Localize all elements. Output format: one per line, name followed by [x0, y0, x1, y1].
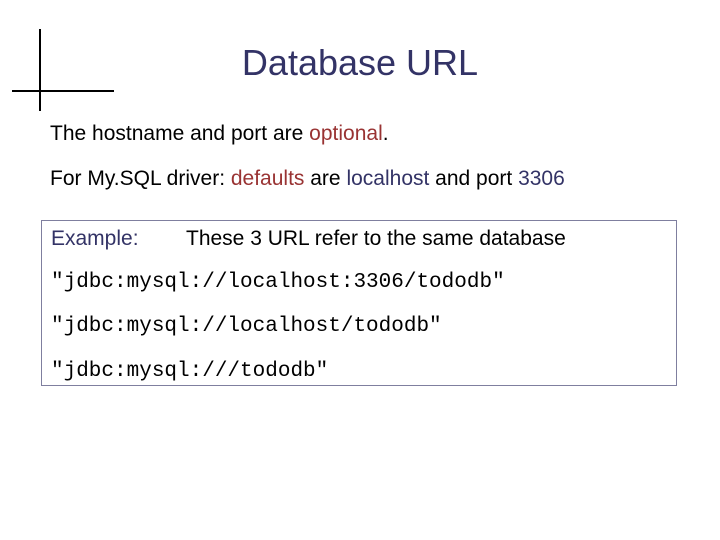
decorative-horizontal-line — [12, 90, 114, 92]
localhost-highlight: localhost — [346, 167, 430, 190]
defaults-prefix: For My.SQL driver: — [50, 167, 231, 190]
slide-title: Database URL — [241, 42, 479, 83]
defaults-and-port: and port — [429, 167, 519, 190]
example-url: "jdbc:mysql://localhost:3306/tododb" — [51, 271, 505, 294]
defaults-note: For My.SQL driver: defaults are localhos… — [50, 167, 565, 191]
optional-note: The hostname and port are optional. — [50, 122, 389, 146]
port-highlight: 3306 — [518, 167, 565, 190]
example-description: These 3 URL refer to the same database — [186, 227, 566, 250]
defaults-highlight: defaults — [230, 167, 305, 190]
optional-note-period: . — [382, 122, 389, 145]
defaults-are: are — [304, 167, 347, 190]
example-box: Example: These 3 URL refer to the same d… — [41, 220, 677, 386]
optional-highlight: optional — [309, 122, 383, 145]
example-url: "jdbc:mysql:///tododb" — [51, 360, 329, 383]
optional-note-text: The hostname and port are — [50, 122, 310, 145]
example-label: Example: — [51, 227, 139, 250]
decorative-vertical-line — [39, 29, 41, 111]
example-url: "jdbc:mysql://localhost/tododb" — [51, 315, 442, 338]
